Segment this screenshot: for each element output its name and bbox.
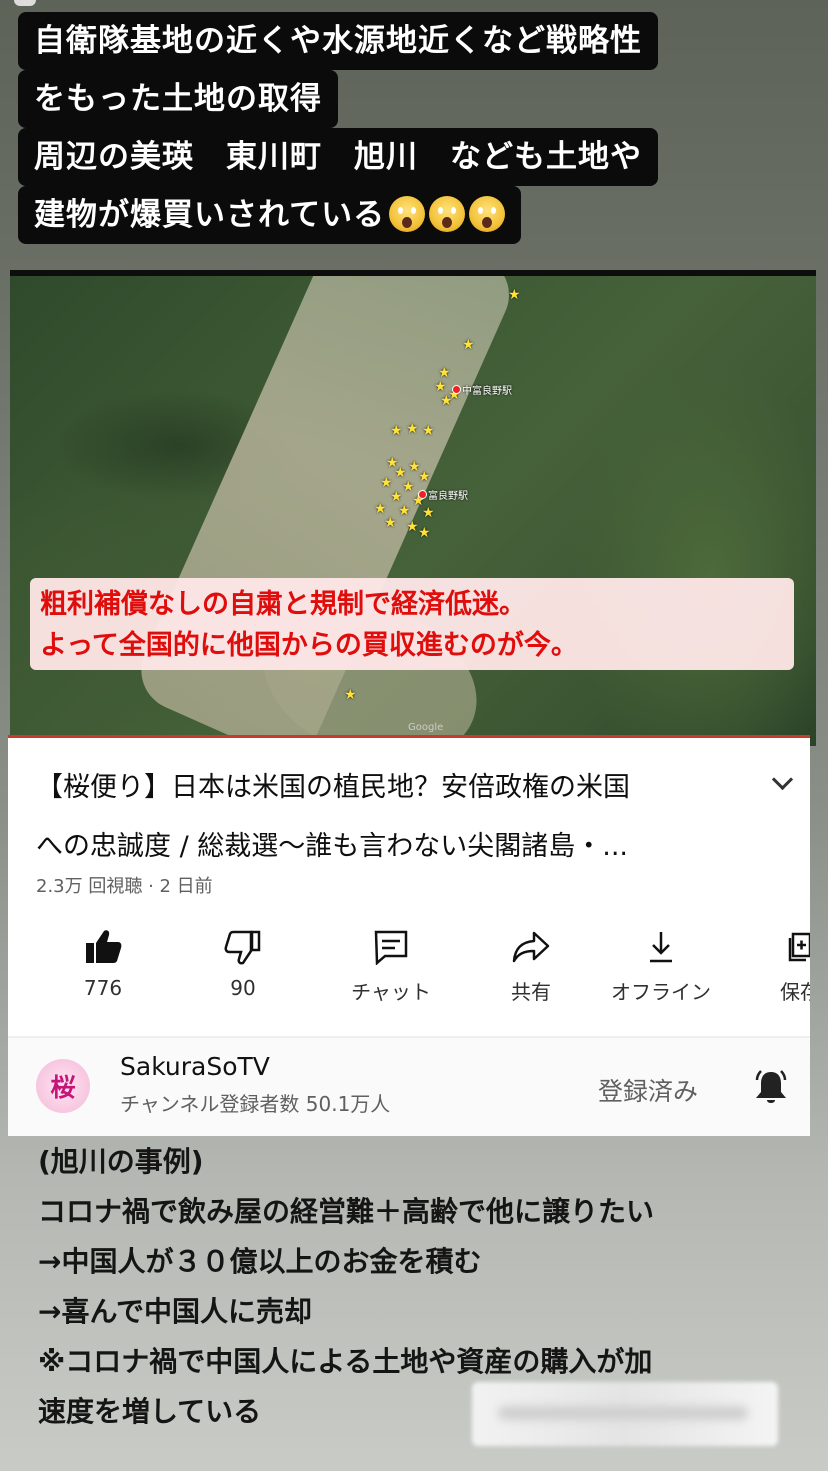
body-line: →喜んで中国人に売却	[38, 1295, 313, 1328]
map-star-marker: ★	[438, 365, 451, 381]
google-watermark: Google	[408, 722, 444, 733]
save-playlist-icon	[760, 918, 810, 976]
notification-bell-icon[interactable]	[752, 1068, 790, 1112]
map-star-marker: ★	[406, 421, 419, 437]
map-star-marker: ★	[440, 393, 453, 409]
channel-row[interactable]: 桜 SakuraSoTV チャンネル登録者数 50.1万人 登録済み	[8, 1038, 810, 1136]
map-star-marker: ★	[398, 503, 411, 519]
channel-name[interactable]: SakuraSoTV	[120, 1052, 270, 1081]
subscriber-count: チャンネル登録者数 50.1万人	[120, 1092, 391, 1116]
map-star-marker: ★	[434, 379, 447, 395]
overlay-line: 粗利補償なしの自粛と規制で経済低迷。	[40, 589, 526, 620]
body-line: (旭川の事例)	[38, 1145, 204, 1178]
blurred-redaction	[472, 1382, 778, 1446]
save-label: 保存	[780, 980, 810, 1004]
download-icon	[606, 918, 716, 976]
channel-avatar[interactable]: 桜	[36, 1059, 90, 1113]
dislike-button[interactable]: 90	[188, 918, 298, 1000]
chat-icon	[336, 918, 446, 976]
map-star-marker: ★	[402, 479, 415, 495]
map-star-marker: ★	[462, 337, 475, 353]
subscribed-button[interactable]: 登録済み	[598, 1072, 698, 1108]
share-icon	[476, 918, 586, 976]
map-star-marker: ★	[380, 475, 393, 491]
like-count: 776	[83, 976, 123, 1000]
map-star-marker: ★	[422, 505, 435, 521]
video-info-card: 【桜便り】日本は米国の植民地？安倍政権の米国 への忠誠度 / 総裁選〜誰も言わな…	[8, 735, 810, 1136]
map-star-marker: ★	[406, 519, 419, 535]
satellite-map-image: ★ ★ ★ ★ ★ ★ ★ ★ ★ ★ ★ ★ ★ ★ ★ ★ ★ ★ ★ ★ …	[10, 270, 816, 746]
status-indicator	[14, 0, 36, 6]
overlay-line: よって全国的に他国からの買収進むのが今。	[40, 630, 578, 661]
caption-line: 周辺の美瑛 東川町 旭川 なども土地や	[18, 128, 658, 186]
station-label: 中富良野駅	[462, 386, 512, 397]
caption-line: 自衛隊基地の近くや水源地近くなど戦略性	[18, 12, 658, 70]
map-star-marker: ★	[374, 501, 387, 517]
thumbs-down-icon	[188, 918, 298, 976]
map-star-marker: ★	[418, 525, 431, 541]
offline-button[interactable]: オフライン	[606, 918, 716, 1005]
video-title-line: 【桜便り】日本は米国の植民地？安倍政権の米国	[36, 772, 630, 803]
video-title[interactable]: 【桜便り】日本は米国の植民地？安倍政権の米国 への忠誠度 / 総裁選〜誰も言わな…	[36, 758, 756, 876]
body-line: コロナ禍で飲み屋の経営難＋高齢で他に譲りたい	[38, 1195, 655, 1228]
chevron-down-icon[interactable]	[771, 768, 794, 791]
map-star-marker: ★	[344, 687, 357, 703]
chat-label: チャット	[351, 980, 431, 1004]
dislike-count: 90	[230, 976, 256, 1000]
station-marker	[452, 385, 461, 394]
map-star-marker: ★	[384, 515, 397, 531]
map-star-marker: ★	[390, 489, 403, 505]
offline-label: オフライン	[611, 980, 711, 1004]
map-star-marker: ★	[418, 469, 431, 485]
chat-button[interactable]: チャット	[336, 918, 446, 1005]
action-bar: 776 90 チャット 共有 オフライン 保	[8, 918, 810, 1018]
thumbs-up-icon	[48, 918, 158, 976]
share-label: 共有	[511, 980, 551, 1004]
map-star-marker: ★	[422, 423, 435, 439]
station-label: 富良野駅	[428, 491, 468, 502]
map-star-marker: ★	[390, 423, 403, 439]
share-button[interactable]: 共有	[476, 918, 586, 1005]
scream-emoji-icon	[469, 195, 506, 232]
caption-line: 建物が爆買いされている	[18, 186, 522, 244]
map-star-marker: ★	[508, 287, 521, 303]
save-button[interactable]: 保存	[760, 918, 810, 1005]
video-meta: 2.3万 回視聴 · 2 日前	[36, 876, 213, 897]
caption-line: をもった土地の取得	[18, 70, 338, 128]
like-button[interactable]: 776	[48, 918, 158, 1000]
station-marker	[418, 490, 427, 499]
overlay-caption: 粗利補償なしの自粛と規制で経済低迷。 よって全国的に他国からの買収進むのが今。	[30, 578, 794, 670]
body-line: ※コロナ禍で中国人による土地や資産の購入が加	[38, 1345, 653, 1378]
scream-emoji-icon	[389, 195, 426, 232]
video-title-line: への忠誠度 / 総裁選〜誰も言わない尖閣諸島・...	[36, 831, 629, 862]
body-line: →中国人が３０億以上のお金を積む	[38, 1245, 482, 1278]
map-star-marker: ★	[394, 465, 407, 481]
top-caption: 自衛隊基地の近くや水源地近くなど戦略性 をもった土地の取得 周辺の美瑛 東川町 …	[18, 12, 658, 244]
scream-emoji-icon	[429, 195, 466, 232]
